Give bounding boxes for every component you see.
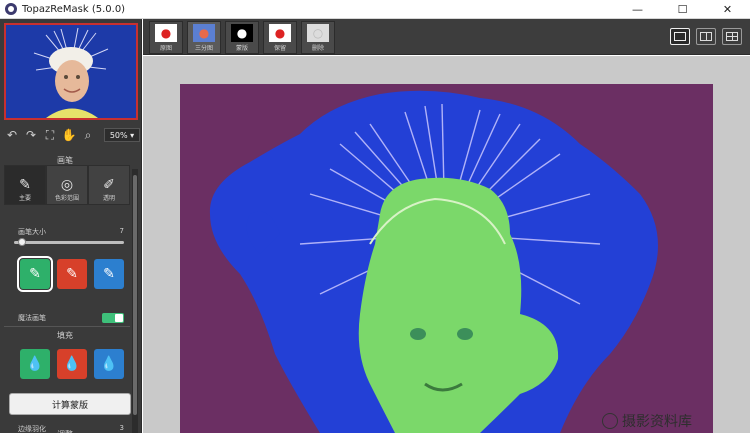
edge-feather-value: 3 — [119, 424, 124, 432]
tab-view-delete[interactable]: ○ 删除 — [301, 21, 335, 54]
edge-feather-label: 边缘羽化 — [18, 425, 46, 433]
keep-fill-icon: 💧 — [26, 356, 44, 372]
minimize-button[interactable]: — — [615, 0, 660, 19]
split-divider — [706, 32, 707, 41]
quad-divider-h — [726, 36, 738, 37]
left-panel-scrollbar[interactable] — [132, 169, 138, 433]
zoom-select[interactable]: 50% ▾ — [104, 128, 140, 142]
close-button[interactable]: ✕ — [705, 0, 750, 19]
tab-view-original[interactable]: ● 原图 — [149, 21, 183, 54]
left-panel: ↶ ↷ ⛶ ✋ ⌕ 50% ▾ 画笔 ✎ 主要 ◎ 色彩范围 ✐ 透明 画笔大小… — [0, 19, 142, 433]
brush-size-label: 画笔大小 — [18, 228, 46, 236]
navigation-tools: ↶ ↷ ⛶ ✋ ⌕ 50% ▾ — [0, 125, 142, 145]
compute-brush-button[interactable]: ✎ — [94, 259, 124, 289]
transparent-brush-icon: ✐ — [103, 177, 115, 193]
brush-size-slider[interactable] — [14, 238, 124, 246]
view-tab-label: 三分图 — [194, 45, 213, 52]
window-title: TopazReMask (5.0.0) — [22, 3, 126, 15]
drop-brush-button[interactable]: ✎ — [57, 259, 87, 289]
quad-view-button[interactable] — [722, 28, 742, 45]
view-tab-label: 保留 — [273, 45, 286, 52]
magnifier-icon[interactable]: ⌕ — [81, 128, 95, 142]
apple-mask-icon: ● — [231, 24, 253, 42]
color-range-icon: ◎ — [60, 177, 74, 193]
magic-brush-toggle[interactable] — [102, 313, 124, 323]
tab-brush-main[interactable]: ✎ 主要 — [4, 165, 46, 205]
watermark-text: 摄影资料库 — [622, 414, 692, 430]
view-toolbar: ● 原图 ● 三分图 ● 蒙版 ● 保留 ○ 删除 — [143, 19, 750, 55]
edge-feather-row: 边缘羽化 3 — [18, 424, 124, 433]
tab-view-trimap[interactable]: ● 三分图 — [187, 21, 221, 54]
navigator-thumbnail[interactable] — [4, 23, 138, 120]
keep-brush-button[interactable]: ✎ — [17, 256, 53, 292]
zoom-value: 50% — [109, 130, 128, 140]
brush-mode-buttons: ✎ ✎ ✎ — [17, 256, 124, 292]
topaz-logo-icon — [5, 3, 17, 15]
apple-original-icon: ● — [155, 24, 177, 42]
hand-icon[interactable]: ✋ — [62, 128, 77, 142]
tab-view-keep[interactable]: ● 保留 — [263, 21, 297, 54]
brush-size-value: 7 — [119, 227, 124, 235]
tab-view-mask[interactable]: ● 蒙版 — [225, 21, 259, 54]
drop-brush-icon: ✎ — [66, 266, 78, 282]
view-tab-label: 删除 — [311, 45, 324, 52]
fill-section-title: 填充 — [57, 331, 73, 340]
single-view-button[interactable] — [670, 28, 690, 45]
compute-fill-button[interactable]: 💧 — [94, 349, 124, 379]
brush-size-row: 画笔大小 7 — [18, 227, 124, 237]
compute-brush-icon: ✎ — [103, 266, 115, 282]
trimap-preview[interactable] — [180, 84, 713, 433]
image-canvas[interactable] — [143, 56, 750, 433]
scrollbar-thumb[interactable] — [133, 175, 137, 415]
tab-label: 色彩范围 — [54, 195, 79, 202]
tab-brush-color-range[interactable]: ◎ 色彩范围 — [46, 165, 88, 205]
apple-keep-icon: ● — [269, 24, 291, 42]
view-tab-label: 蒙版 — [235, 45, 248, 52]
magic-brush-row: 魔法画笔 — [18, 313, 124, 323]
tab-label: 透明 — [102, 195, 115, 202]
drop-fill-button[interactable]: 💧 — [57, 349, 87, 379]
watermark: 摄影资料库 — [602, 411, 692, 431]
undo-icon[interactable]: ↶ — [5, 128, 19, 142]
compute-mask-button[interactable]: 计算蒙版 — [9, 393, 131, 415]
thumbnail-image — [6, 25, 136, 118]
title-bar: TopazReMask (5.0.0) — ☐ ✕ — [0, 0, 750, 19]
wechat-icon — [602, 413, 618, 429]
trimap-image — [180, 84, 713, 433]
compute-fill-icon: 💧 — [100, 356, 118, 372]
divider — [4, 326, 130, 327]
brush-tabs: ✎ 主要 ◎ 色彩范围 ✐ 透明 — [4, 165, 130, 205]
brush-icon: ✎ — [19, 177, 31, 193]
window-controls: — ☐ ✕ — [615, 0, 750, 19]
fill-buttons: 💧 💧 💧 — [20, 349, 124, 379]
tab-label: 主要 — [18, 195, 31, 202]
apple-delete-icon: ○ — [307, 24, 329, 42]
redo-icon[interactable]: ↷ — [24, 128, 38, 142]
apple-trimap-icon: ● — [193, 24, 215, 42]
keep-brush-icon: ✎ — [29, 266, 41, 282]
single-view-icon — [674, 32, 686, 41]
split-view-button[interactable] — [696, 28, 716, 45]
drop-fill-icon: 💧 — [63, 356, 81, 372]
maximize-button[interactable]: ☐ — [660, 0, 705, 19]
brush-size-slider-knob[interactable] — [18, 238, 27, 246]
view-tab-label: 原图 — [159, 45, 172, 52]
tab-brush-transparent[interactable]: ✐ 透明 — [88, 165, 130, 205]
magic-brush-label: 魔法画笔 — [18, 314, 46, 322]
keep-fill-button[interactable]: 💧 — [20, 349, 50, 379]
fit-icon[interactable]: ⛶ — [43, 128, 57, 142]
